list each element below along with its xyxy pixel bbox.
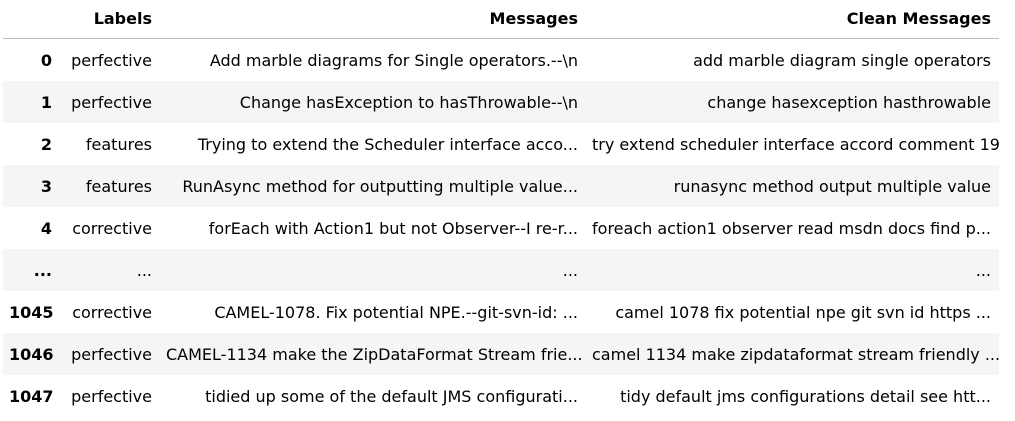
cell-clean-message: try extend scheduler interface accord co… <box>592 134 999 154</box>
table-row: 1046 perfective CAMEL-1134 make the ZipD… <box>3 333 999 375</box>
cell-message: tidied up some of the default JMS config… <box>205 386 578 406</box>
cell-clean-message: add marble diagram single operators <box>693 50 991 70</box>
column-header-labels: Labels <box>63 0 160 39</box>
cell-message: CAMEL-1078. Fix potential NPE.--git-svn-… <box>214 302 578 322</box>
row-index: 4 <box>40 218 52 238</box>
cell-label: features <box>85 134 152 154</box>
row-index: 1047 <box>9 386 54 406</box>
cell-message: CAMEL-1134 make the ZipDataFormat Stream… <box>160 333 586 375</box>
cell-message: RunAsync method for outputting multiple … <box>160 165 586 207</box>
cell-label: perfective <box>63 333 160 375</box>
column-header-clean-messages: Clean Messages <box>586 0 999 39</box>
column-header-messages: Messages <box>160 0 586 39</box>
header-row: Labels Messages Clean Messages <box>3 0 999 39</box>
row-index: 0 <box>40 50 52 70</box>
cell-clean-message: camel 1078 fix potential npe git svn id … <box>615 302 991 322</box>
cell-message: ... <box>160 249 586 291</box>
cell-clean-message: foreach action1 observer read msdn docs … <box>592 218 991 238</box>
cell-clean-message: tidy default jms configurations detail s… <box>620 386 991 406</box>
row-index: 2 <box>40 134 52 154</box>
cell-message: Add marble diagrams for Single operators… <box>209 50 578 70</box>
cell-clean-message: ... <box>586 249 999 291</box>
row-index: ... <box>3 249 63 291</box>
row-index: 3 <box>3 165 63 207</box>
cell-label: ... <box>63 249 160 291</box>
dataframe-output: Labels Messages Clean Messages 0 perfect… <box>3 0 999 417</box>
cell-message: Change hasException to hasThrowable--\n <box>160 81 586 123</box>
row-index: 1046 <box>3 333 63 375</box>
cell-clean-message: camel 1134 make zipdataformat stream fri… <box>586 333 999 375</box>
cell-label: perfective <box>71 386 152 406</box>
row-index: 1 <box>3 81 63 123</box>
dataframe-table: Labels Messages Clean Messages 0 perfect… <box>3 0 999 417</box>
row-index: 1045 <box>9 302 54 322</box>
table-row: 1047 perfective tidied up some of the de… <box>3 375 999 417</box>
table-row: 2 features Trying to extend the Schedule… <box>3 123 999 165</box>
table-row: 4 corrective forEach with Action1 but no… <box>3 207 999 249</box>
cell-label: corrective <box>72 302 152 322</box>
table-row: 1045 corrective CAMEL-1078. Fix potentia… <box>3 291 999 333</box>
table-row: 1 perfective Change hasException to hasT… <box>3 81 999 123</box>
cell-message: forEach with Action1 but not Observer--I… <box>208 218 578 238</box>
cell-label: corrective <box>72 218 152 238</box>
cell-message: Trying to extend the Scheduler interface… <box>197 134 578 154</box>
cell-label: perfective <box>71 50 152 70</box>
cell-label: features <box>63 165 160 207</box>
table-row: 3 features RunAsync method for outputtin… <box>3 165 999 207</box>
table-row: 0 perfective Add marble diagrams for Sin… <box>3 39 999 82</box>
cell-clean-message: change hasexception hasthrowable <box>586 81 999 123</box>
cell-clean-message: runasync method output multiple value <box>586 165 999 207</box>
table-row-ellipsis: ... ... ... ... <box>3 249 999 291</box>
cell-label: perfective <box>63 81 160 123</box>
index-header <box>3 0 63 39</box>
